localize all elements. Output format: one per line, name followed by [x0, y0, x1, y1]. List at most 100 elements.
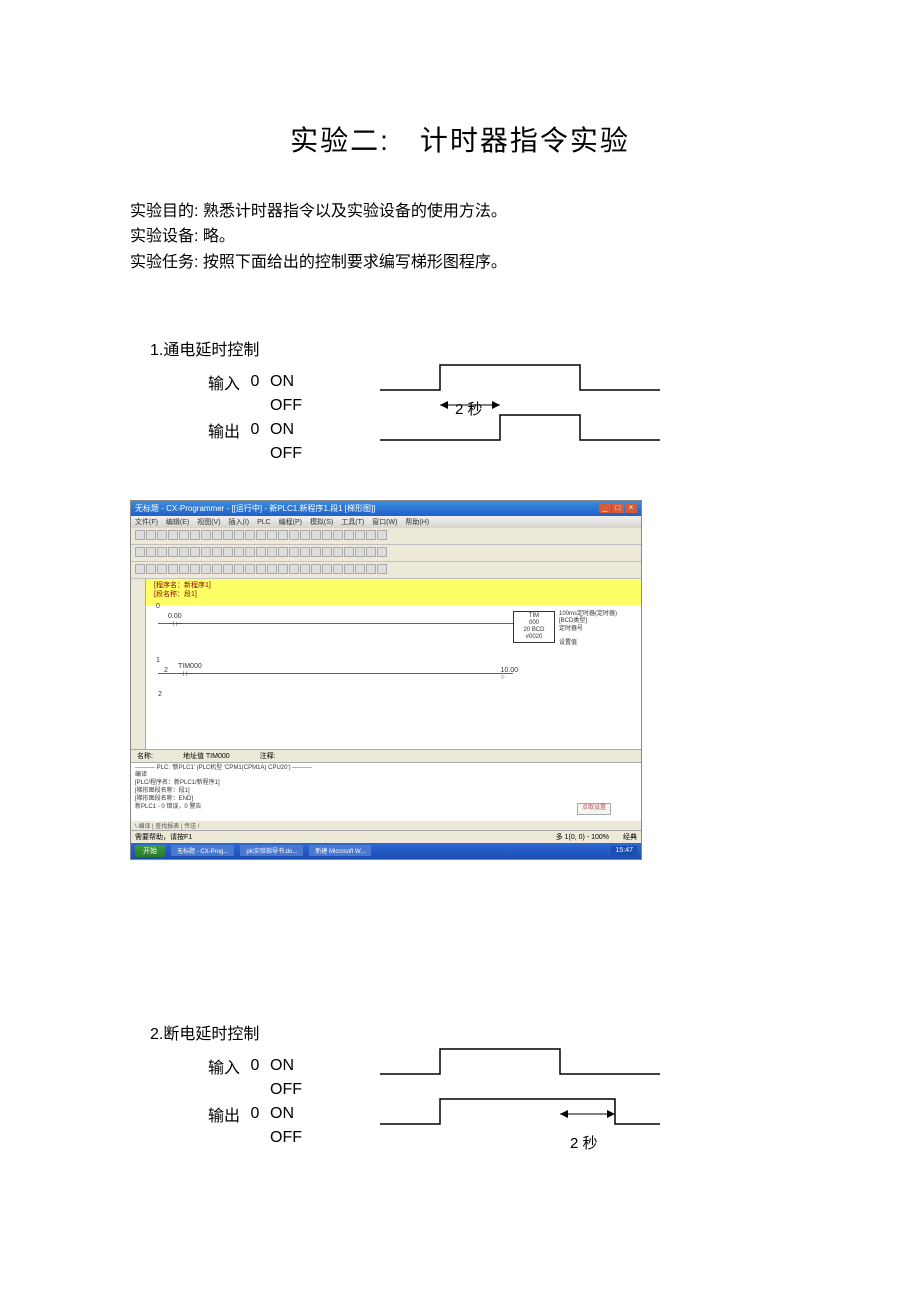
maximize-icon[interactable]: □: [612, 503, 624, 513]
close-icon[interactable]: ×: [625, 503, 637, 513]
contact-0.00[interactable]: 0.00⊣ ⊢: [168, 613, 182, 628]
taskbar-item[interactable]: 新建 Microsoft W...: [309, 845, 371, 856]
ladder-rung-1[interactable]: 1 2 TIM000⊣ ⊢ 10.00○: [158, 661, 633, 691]
toolbar-icon[interactable]: [300, 530, 310, 540]
toolbar-icon[interactable]: [322, 530, 332, 540]
toolbar-icon[interactable]: [344, 564, 354, 574]
toolbar-icon[interactable]: [223, 564, 233, 574]
toolbar-icon[interactable]: [355, 564, 365, 574]
toolbar-icon[interactable]: [201, 547, 211, 557]
toolbar-icon[interactable]: [256, 564, 266, 574]
toolbar-icon[interactable]: [201, 530, 211, 540]
taskbar-item[interactable]: plc实验指导书.do...: [240, 845, 303, 856]
toolbar-icon[interactable]: [135, 564, 145, 574]
toolbar-icon[interactable]: [179, 564, 189, 574]
toolbar-icon[interactable]: [245, 564, 255, 574]
toolbar-icon[interactable]: [267, 564, 277, 574]
menu-insert[interactable]: 插入(I): [229, 519, 250, 526]
toolbar-icon[interactable]: [179, 530, 189, 540]
toolbar-icon[interactable]: [355, 530, 365, 540]
toolbar-icon[interactable]: [278, 547, 288, 557]
toolbar-icon[interactable]: [157, 530, 167, 540]
toolbar-icon[interactable]: [212, 564, 222, 574]
toolbar-icon[interactable]: [234, 547, 244, 557]
menu-simulate[interactable]: 模拟(S): [310, 519, 333, 526]
toolbar-icon[interactable]: [201, 564, 211, 574]
ladder-canvas[interactable]: [程序名：新程序1] [段名称：段1] 0 0.00⊣ ⊢ TIM 000: [146, 579, 641, 749]
output-tabs[interactable]: \ 编译 | 查找报表 | 传送 /: [131, 821, 641, 830]
toolbar-icon[interactable]: [223, 547, 233, 557]
window-controls[interactable]: _□×: [598, 503, 637, 514]
toolbar-icon[interactable]: [366, 547, 376, 557]
toolbar-icon[interactable]: [355, 547, 365, 557]
toolbar-icon[interactable]: [146, 564, 156, 574]
windows-taskbar[interactable]: 开始 无标题 - CX-Prog... plc实验指导书.do... 新建 Mi…: [131, 843, 641, 859]
toolbar-icon[interactable]: [377, 547, 387, 557]
menu-edit[interactable]: 编辑(E): [166, 519, 189, 526]
menu-program[interactable]: 编程(P): [279, 519, 302, 526]
toolbar-icon[interactable]: [333, 564, 343, 574]
toolbar-icon[interactable]: [135, 547, 145, 557]
toolbar-icon[interactable]: [289, 564, 299, 574]
toolbar-icon[interactable]: [168, 530, 178, 540]
minimize-icon[interactable]: _: [599, 503, 611, 513]
toolbar-icon[interactable]: [366, 530, 376, 540]
toolbar-icon[interactable]: [245, 530, 255, 540]
toolbar-icon[interactable]: [322, 547, 332, 557]
ladder-rung-0[interactable]: 0 0.00⊣ ⊢ TIM 000 20 BCD #0020 100ms定时: [158, 611, 633, 661]
toolbar-icon[interactable]: [289, 530, 299, 540]
contact-tim000[interactable]: TIM000⊣ ⊢: [178, 663, 202, 678]
toolbar-icon[interactable]: [377, 564, 387, 574]
toolbar-icon[interactable]: [212, 547, 222, 557]
toolbar-icon[interactable]: [311, 547, 321, 557]
menu-tools[interactable]: 工具(T): [341, 519, 364, 526]
toolbar-icon[interactable]: [311, 530, 321, 540]
toolbar-icon[interactable]: [256, 530, 266, 540]
coil-10.00[interactable]: 10.00○: [500, 667, 518, 681]
toolbar-icon[interactable]: [157, 564, 167, 574]
menubar[interactable]: 文件(F) 编辑(E) 视图(V) 插入(I) PLC 编程(P) 模拟(S) …: [131, 516, 641, 528]
toolbar-icon[interactable]: [168, 547, 178, 557]
toolbar-icon[interactable]: [168, 564, 178, 574]
toolbar-icon[interactable]: [135, 530, 145, 540]
menu-file[interactable]: 文件(F): [135, 519, 158, 526]
click-settings-button[interactable]: 点取设置: [577, 803, 611, 815]
toolbar-icon[interactable]: [146, 530, 156, 540]
taskbar-item[interactable]: 无标题 - CX-Prog...: [171, 845, 234, 856]
toolbar-icon[interactable]: [278, 530, 288, 540]
output-panel[interactable]: ---------- PLC: '新PLC1' (PLC机型 'CPM1(CPM…: [131, 762, 641, 821]
start-button[interactable]: 开始: [135, 845, 165, 857]
system-tray-clock[interactable]: 15:47: [611, 846, 637, 855]
toolbar-icon[interactable]: [278, 564, 288, 574]
toolbar-icon[interactable]: [322, 564, 332, 574]
menu-view[interactable]: 视图(V): [197, 519, 220, 526]
toolbar-icon[interactable]: [146, 547, 156, 557]
toolbar-icon[interactable]: [190, 547, 200, 557]
toolbar-row3[interactable]: [131, 562, 641, 579]
toolbar-icon[interactable]: [300, 564, 310, 574]
toolbar-icon[interactable]: [223, 530, 233, 540]
toolbar-row2[interactable]: [131, 545, 641, 562]
toolbar-icon[interactable]: [267, 547, 277, 557]
toolbar-icon[interactable]: [344, 530, 354, 540]
toolbar-icon[interactable]: [366, 564, 376, 574]
toolbar-icon[interactable]: [179, 547, 189, 557]
menu-window[interactable]: 窗口(W): [372, 519, 397, 526]
toolbar-icon[interactable]: [245, 547, 255, 557]
toolbar-icon[interactable]: [212, 530, 222, 540]
toolbar-icon[interactable]: [300, 547, 310, 557]
toolbar-icon[interactable]: [157, 547, 167, 557]
toolbar-icon[interactable]: [190, 564, 200, 574]
toolbar-icon[interactable]: [333, 547, 343, 557]
toolbar-icon[interactable]: [190, 530, 200, 540]
tim-instruction-box[interactable]: TIM 000 20 BCD #0020: [513, 611, 555, 644]
toolbar-icon[interactable]: [267, 530, 277, 540]
toolbar-icon[interactable]: [234, 530, 244, 540]
menu-help[interactable]: 帮助(H): [405, 519, 429, 526]
toolbar-icon[interactable]: [333, 530, 343, 540]
toolbar-row1[interactable]: [131, 528, 641, 545]
toolbar-icon[interactable]: [289, 547, 299, 557]
toolbar-icon[interactable]: [256, 547, 266, 557]
toolbar-icon[interactable]: [311, 564, 321, 574]
menu-plc[interactable]: PLC: [257, 519, 271, 526]
